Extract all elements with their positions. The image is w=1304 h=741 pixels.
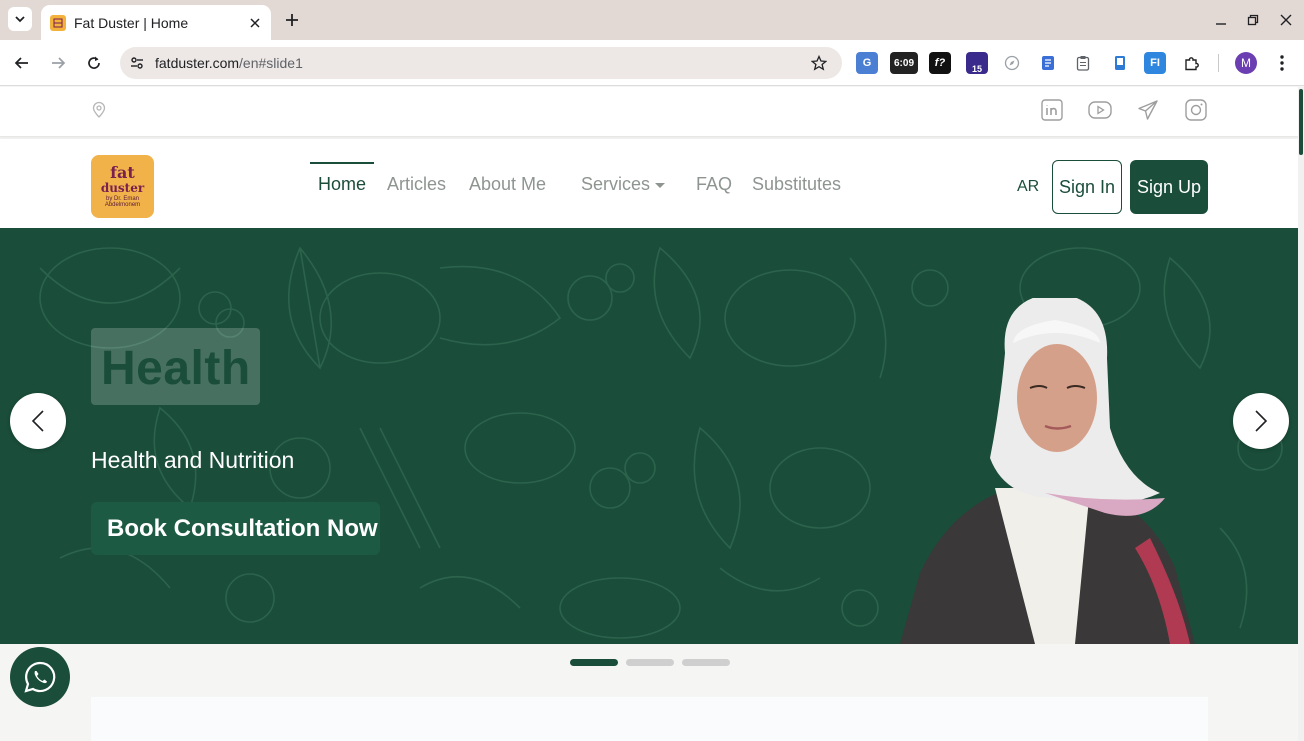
restore-icon [1247, 14, 1259, 26]
docs-extension-icon[interactable] [1037, 52, 1059, 74]
compass-extension-icon[interactable] [1001, 52, 1023, 74]
carousel-indicator-3[interactable] [682, 659, 730, 666]
carousel-prev-button[interactable] [10, 393, 66, 449]
nav-articles[interactable]: Articles [387, 174, 446, 195]
browser-tab-active[interactable]: Fat Duster | Home [41, 5, 271, 40]
tab-title: Fat Duster | Home [74, 14, 189, 31]
browser-toolbar: fatduster.com/en#slide1 G 6:09 f? 15 FI … [0, 40, 1304, 86]
formula-extension-icon[interactable]: f? [929, 52, 951, 74]
hero-carousel: Health Health and Nutrition Book Consult… [0, 228, 1298, 644]
youtube-icon[interactable] [1088, 98, 1112, 122]
telegram-icon[interactable] [1136, 98, 1160, 122]
whatsapp-icon [24, 661, 56, 693]
more-vertical-icon [1280, 55, 1284, 71]
url-path: /en#slide1 [239, 55, 303, 71]
tab-close-icon[interactable] [245, 13, 265, 33]
nav-services-label: Services [581, 174, 651, 194]
profile-avatar[interactable]: M [1235, 52, 1257, 74]
main-navbar: fat duster by Dr. Eman Abdelmonem Home A… [0, 139, 1298, 228]
fi-extension-icon[interactable]: FI [1144, 52, 1166, 74]
nav-services[interactable]: Services [581, 174, 666, 195]
chevron-left-icon [31, 410, 44, 432]
book-consultation-button[interactable]: Book Consultation Now [91, 502, 380, 555]
location-icon[interactable] [90, 101, 108, 119]
browser-menu-button[interactable] [1272, 52, 1292, 74]
web-page: fat duster by Dr. Eman Abdelmonem Home A… [0, 87, 1298, 741]
carousel-next-button[interactable] [1233, 393, 1289, 449]
reload-button[interactable] [82, 51, 106, 75]
timer-extension-badge: 6:09 [893, 57, 914, 69]
hero-headline: Health [101, 342, 251, 395]
logo-line-2: duster [100, 181, 145, 195]
content-section-card [91, 697, 1208, 741]
back-button[interactable] [10, 51, 34, 75]
close-window-button[interactable] [1276, 10, 1296, 30]
whatsapp-chat-button[interactable] [10, 647, 70, 707]
tab-search-button[interactable] [8, 7, 32, 31]
toolbar-divider [1218, 54, 1219, 72]
site-favicon-icon [50, 14, 66, 31]
extensions-puzzle-icon[interactable] [1181, 52, 1203, 74]
hero-subtitle: Health and Nutrition [91, 447, 295, 473]
info-top-bar [0, 87, 1298, 137]
instagram-icon[interactable] [1184, 98, 1208, 122]
forward-button[interactable] [46, 51, 70, 75]
linkedin-icon[interactable] [1040, 98, 1064, 122]
minimize-icon [1216, 23, 1226, 25]
site-info-icon[interactable] [126, 52, 148, 74]
nav-home[interactable]: Home [318, 174, 366, 195]
reload-icon [88, 56, 100, 69]
file-extension-icon[interactable] [1109, 52, 1131, 74]
carousel-indicator-2[interactable] [626, 659, 674, 666]
arrow-left-icon [14, 57, 28, 69]
close-icon [1280, 14, 1292, 26]
url-text: fatduster.com/en#slide1 [155, 55, 808, 71]
site-logo[interactable]: fat duster by Dr. Eman Abdelmonem [91, 155, 154, 218]
sign-up-button[interactable]: Sign Up [1130, 160, 1208, 214]
chevron-down-icon [15, 16, 25, 23]
nav-substitutes[interactable]: Substitutes [752, 174, 841, 195]
logo-line-1: fat [110, 163, 135, 182]
carousel-indicators [570, 659, 730, 666]
caret-down-icon [655, 183, 666, 188]
nav-active-indicator [310, 162, 374, 164]
school-extension-icon[interactable]: 15 [966, 52, 988, 74]
plus-icon [286, 14, 298, 26]
minimize-window-button[interactable] [1211, 10, 1231, 30]
address-bar[interactable]: fatduster.com/en#slide1 [120, 47, 842, 79]
logo-line-3: by Dr. Eman Abdelmonem [104, 196, 141, 208]
nav-faq[interactable]: FAQ [696, 174, 732, 195]
nav-about[interactable]: About Me [469, 174, 546, 195]
clipboard-extension-icon[interactable] [1072, 52, 1094, 74]
bookmark-star-icon[interactable] [808, 52, 830, 74]
browser-tab-bar: Fat Duster | Home [0, 0, 1304, 40]
url-host: fatduster.com [155, 55, 240, 71]
timer-extension-icon[interactable]: 6:09 [890, 52, 918, 74]
arrow-right-icon [52, 57, 66, 69]
chevron-right-icon [1255, 410, 1268, 432]
language-switch[interactable]: AR [1017, 178, 1039, 196]
profile-initial: M [1241, 56, 1251, 70]
page-scrollbar[interactable] [1298, 87, 1304, 741]
school-extension-badge: 15 [971, 64, 982, 74]
new-tab-button[interactable] [281, 9, 303, 31]
doctor-portrait-image [900, 298, 1195, 644]
page-scrollbar-thumb[interactable] [1299, 89, 1303, 155]
carousel-indicator-1[interactable] [570, 659, 618, 666]
maximize-window-button[interactable] [1243, 10, 1263, 30]
google-translate-extension-icon[interactable]: G [856, 52, 878, 74]
sign-in-button[interactable]: Sign In [1052, 160, 1122, 214]
